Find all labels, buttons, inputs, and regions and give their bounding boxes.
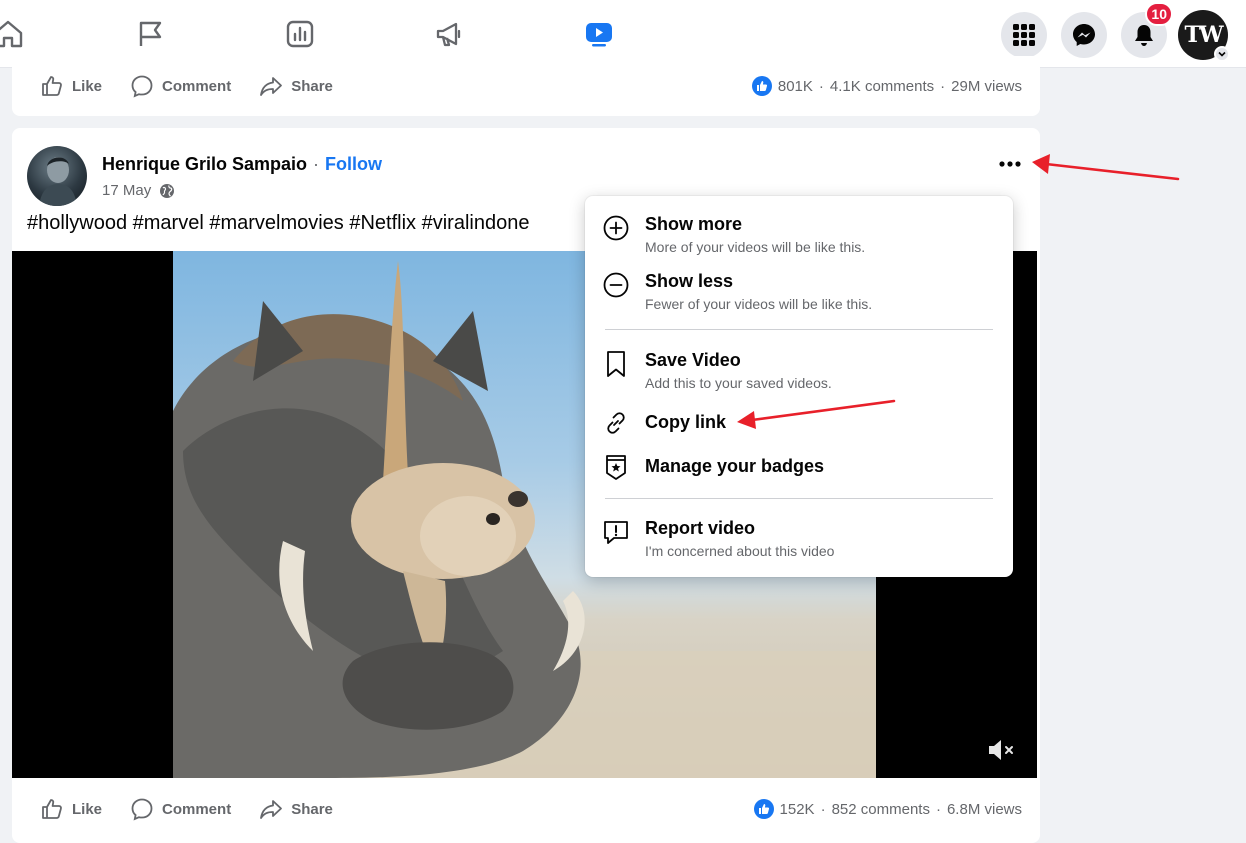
share-icon [260, 77, 283, 96]
share-label: Share [291, 800, 333, 818]
view-count: 29M views [951, 77, 1022, 95]
menu-item-subtitle: Add this to your saved videos. [645, 375, 832, 391]
flag-icon [139, 21, 161, 46]
post-meta: 17 May [102, 182, 175, 199]
stats-separator: · [820, 800, 826, 818]
menu-item-subtitle: I'm concerned about this video [645, 543, 835, 559]
menu-item-copy-link[interactable]: Copy link [601, 408, 997, 438]
author-separator: · [313, 154, 320, 174]
annotation-arrow-more-options [1032, 154, 1180, 181]
megaphone-icon [436, 22, 460, 47]
plus-circle-icon [601, 213, 631, 243]
menu-item-subtitle: More of your videos will be like this. [645, 239, 866, 255]
grid-icon [1013, 24, 1035, 46]
mute-toggle-button[interactable] [985, 736, 1019, 764]
menu-item-title: Report video [645, 518, 756, 538]
volume-muted-icon [989, 740, 1013, 760]
report-icon [601, 517, 631, 547]
home-icon [0, 20, 22, 48]
comment-label: Comment [162, 800, 232, 818]
thumbs-up-icon [42, 76, 62, 96]
video-tab-icon [585, 23, 612, 47]
messenger-icon [1073, 24, 1095, 46]
minus-circle-icon [601, 270, 631, 300]
menu-item-title: Manage your badges [645, 456, 825, 476]
comment-icon [131, 798, 153, 821]
menu-divider [605, 498, 993, 499]
thumbs-up-icon [42, 799, 62, 819]
menu-item-title: Save Video [645, 350, 741, 370]
messenger-button[interactable] [1061, 12, 1107, 58]
comment-count[interactable]: 4.1K comments [830, 78, 934, 95]
profile-initials: TW [1184, 22, 1223, 48]
menu-grid-button[interactable] [1001, 12, 1047, 58]
reaction-count[interactable]: 152K [780, 801, 815, 818]
stats-separator: · [818, 77, 824, 95]
follow-button[interactable]: Follow [325, 154, 382, 175]
comment-button[interactable]: Comment [130, 74, 231, 98]
bell-icon [1135, 25, 1153, 46]
comment-button[interactable]: Comment [130, 797, 231, 821]
share-icon [260, 800, 283, 819]
post-more-options-button[interactable] [992, 152, 1028, 176]
comment-label: Comment [162, 77, 232, 95]
author-photo [39, 157, 77, 206]
like-reaction-icon [751, 76, 772, 96]
globe-icon [160, 183, 175, 198]
menu-item-report-video[interactable]: Report video I'm concerned about this vi… [601, 517, 997, 560]
menu-item-title: Show less [645, 271, 734, 291]
comment-count[interactable]: 852 comments [832, 801, 930, 818]
author-avatar[interactable] [27, 146, 87, 206]
share-button[interactable]: Share [259, 74, 333, 98]
stats-separator: · [935, 800, 941, 818]
like-label: Like [72, 800, 103, 818]
like-label: Like [72, 77, 103, 95]
post-author-line: Henrique Grilo Sampaio · Follow [102, 154, 382, 175]
menu-item-subtitle: Fewer of your videos will be like this. [645, 296, 873, 312]
menu-item-manage-badges[interactable]: Manage your badges [601, 452, 997, 482]
share-label: Share [291, 77, 333, 95]
link-icon [601, 408, 631, 438]
notification-count-badge: 10 [1145, 2, 1173, 26]
post-stats: 152K · 852 comments · 6.8M views [753, 799, 1040, 819]
like-button[interactable]: Like [40, 797, 102, 821]
reaction-count[interactable]: 801K [778, 78, 813, 95]
comment-icon [131, 75, 153, 98]
bookmark-icon [601, 349, 631, 379]
menu-item-title: Show more [645, 214, 743, 234]
stats-separator: · [940, 77, 946, 95]
profile-avatar[interactable]: TW [1178, 10, 1230, 62]
post-caption: #hollywood #marvel #marvelmovies #Netfli… [27, 212, 530, 234]
menu-item-title: Copy link [645, 412, 727, 432]
more-horizontal-icon [999, 161, 1021, 167]
menu-item-show-less[interactable]: Show less Fewer of your videos will be l… [601, 270, 997, 313]
author-name[interactable]: Henrique Grilo Sampaio [102, 154, 307, 175]
chart-icon [286, 20, 313, 48]
menu-item-show-more[interactable]: Show more More of your videos will be li… [601, 213, 997, 256]
previous-post-card: Like Comment Share 801K · 4.1K comments … [12, 56, 1040, 116]
view-count: 6.8M views [946, 800, 1022, 818]
post-actions: Like Comment Share 152K · 852 comments ·… [12, 789, 1040, 829]
notifications-button[interactable]: 10 [1121, 2, 1173, 58]
chevron-down-icon[interactable] [1214, 46, 1230, 62]
badge-icon [601, 452, 631, 482]
like-button[interactable]: Like [40, 74, 102, 98]
post-options-menu: Show more More of your videos will be li… [585, 196, 1013, 577]
previous-post-stats: 801K · 4.1K comments · 29M views [751, 76, 1040, 96]
menu-item-save-video[interactable]: Save Video Add this to your saved videos… [601, 349, 997, 392]
post-date[interactable]: 17 May [102, 182, 151, 199]
previous-post-actions: Like Comment Share 801K · 4.1K comments … [12, 66, 1040, 106]
like-reaction-icon [753, 799, 774, 819]
share-button[interactable]: Share [259, 797, 333, 821]
menu-divider [605, 329, 993, 330]
